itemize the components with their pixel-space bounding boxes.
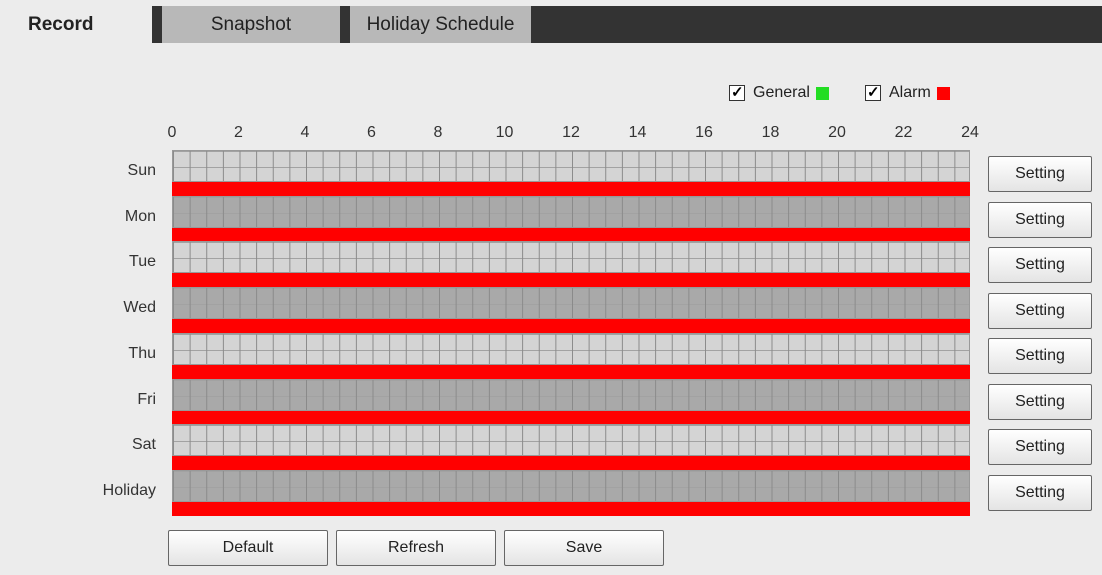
hour-tick-label: 6 xyxy=(367,124,376,141)
time-slot-cells[interactable] xyxy=(172,287,970,320)
time-slot-cells[interactable] xyxy=(172,195,970,228)
schedule-row-fri[interactable] xyxy=(172,378,970,425)
time-slot-cells[interactable] xyxy=(172,424,970,457)
tab-bar-filler xyxy=(531,6,1102,43)
hour-tick-label: 8 xyxy=(433,124,443,141)
hour-tick-label: 12 xyxy=(562,124,580,141)
setting-button-mon[interactable]: Setting xyxy=(988,201,1092,238)
time-slot-cells[interactable] xyxy=(172,150,970,182)
alarm-color-swatch xyxy=(936,86,950,100)
schedule-row-tue[interactable] xyxy=(172,241,970,288)
day-label: Tue xyxy=(129,253,156,271)
day-label: Wed xyxy=(123,299,156,317)
hour-tick-label: 20 xyxy=(828,124,846,141)
alarm-period-bar xyxy=(172,364,970,379)
setting-button-fri[interactable]: Setting xyxy=(988,383,1092,420)
setting-button-holiday[interactable]: Setting xyxy=(988,474,1092,511)
schedule-row-holiday[interactable] xyxy=(172,469,970,516)
alarm-period-bar xyxy=(172,456,970,471)
setting-button-tue[interactable]: Setting xyxy=(988,247,1092,283)
alarm-period-bar xyxy=(172,227,970,242)
hour-tick-label: 14 xyxy=(628,124,647,141)
tab-record[interactable]: Record xyxy=(0,6,150,43)
refresh-button[interactable]: Refresh xyxy=(336,530,496,566)
time-slot-cells[interactable] xyxy=(172,469,970,502)
setting-button-sun[interactable]: Setting xyxy=(988,156,1092,192)
tab-holiday-schedule[interactable]: Holiday Schedule xyxy=(350,6,531,43)
day-label: Holiday xyxy=(102,481,156,499)
tab-separator xyxy=(340,6,350,43)
hour-tick-label: 18 xyxy=(761,124,780,141)
hour-tick-label: 24 xyxy=(961,124,979,141)
setting-button-thu[interactable]: Setting xyxy=(988,338,1092,374)
time-slot-cells[interactable] xyxy=(172,378,970,411)
schedule-row-mon[interactable] xyxy=(172,195,970,242)
hour-tick-label: 4 xyxy=(300,124,310,141)
hour-tick-label: 10 xyxy=(495,124,514,141)
general-label: General xyxy=(753,84,810,101)
legend-alarm: Alarm xyxy=(865,82,950,104)
setting-button-wed[interactable]: Setting xyxy=(988,292,1092,329)
alarm-period-bar xyxy=(172,501,970,516)
day-label: Mon xyxy=(124,207,156,225)
tab-bar: Record Snapshot Holiday Schedule xyxy=(0,0,1102,43)
time-slot-cells[interactable] xyxy=(172,332,970,365)
schedule-grid[interactable] xyxy=(172,150,970,516)
general-checkbox[interactable] xyxy=(729,83,745,101)
day-label: Sun xyxy=(127,162,156,179)
schedule-row-sat[interactable] xyxy=(172,424,970,471)
time-slot-cells[interactable] xyxy=(172,241,970,274)
tab-snapshot[interactable]: Snapshot xyxy=(162,6,340,43)
general-color-swatch xyxy=(815,86,829,100)
setting-button-sat[interactable]: Setting xyxy=(988,429,1092,465)
hour-tick-label: 2 xyxy=(234,124,243,141)
day-label: Sat xyxy=(131,436,156,454)
alarm-period-bar xyxy=(172,182,970,196)
alarm-period-bar xyxy=(172,319,970,334)
alarm-checkbox[interactable] xyxy=(865,83,881,101)
alarm-label: Alarm xyxy=(889,84,931,101)
legend-general: General xyxy=(729,82,829,104)
tab-separator xyxy=(152,6,162,43)
save-button[interactable]: Save xyxy=(504,530,664,566)
hour-tick-label: 16 xyxy=(695,124,713,141)
schedule-row-wed[interactable] xyxy=(172,287,970,334)
schedule-row-thu[interactable] xyxy=(172,332,970,379)
day-label: Fri xyxy=(137,390,156,408)
schedule-row-sun[interactable] xyxy=(172,150,970,196)
hour-tick-label: 0 xyxy=(167,124,177,141)
default-button[interactable]: Default xyxy=(168,530,328,566)
hour-tick-label: 22 xyxy=(894,124,913,141)
day-label: Thu xyxy=(128,344,156,362)
alarm-period-bar xyxy=(172,410,970,425)
alarm-period-bar xyxy=(172,273,970,288)
